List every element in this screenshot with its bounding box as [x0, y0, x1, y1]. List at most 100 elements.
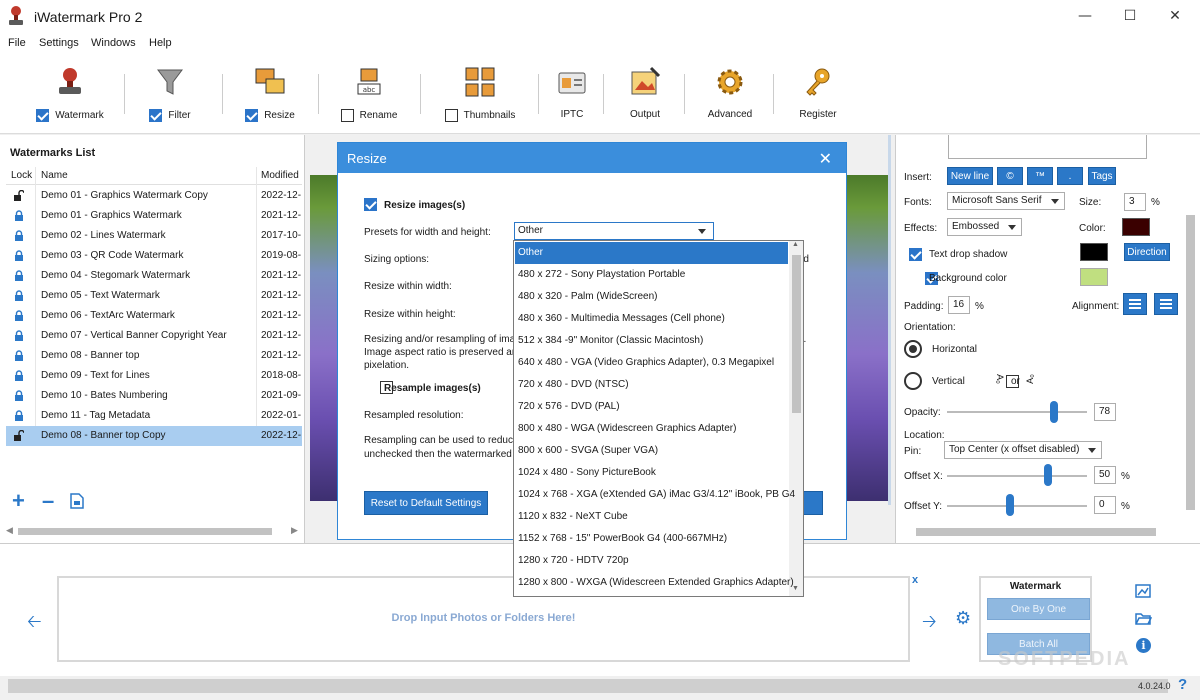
dot-button[interactable]: .	[1057, 167, 1083, 185]
pin-select[interactable]: Top Center (x offset disabled)	[944, 441, 1102, 459]
thumbnails-checkbox[interactable]	[444, 109, 458, 122]
maximize-button[interactable]: ☐	[1107, 0, 1153, 33]
drop-shadow-color-swatch[interactable]	[1080, 243, 1108, 261]
offset-y-slider-thumb[interactable]	[1006, 494, 1014, 516]
horizontal-radio[interactable]	[904, 340, 922, 358]
close-icon[interactable]: ✕	[819, 149, 832, 168]
scroll-up-arrow[interactable]: ▲	[792, 241, 799, 248]
new-line-button[interactable]: New line	[947, 167, 993, 185]
preset-option[interactable]: 1280 x 800 - WXGA (Widescreen Extended G…	[515, 572, 794, 594]
one-by-one-button[interactable]: One By One	[987, 598, 1090, 620]
background-color-swatch[interactable]	[1080, 268, 1108, 286]
preset-option[interactable]: Other	[515, 242, 788, 264]
preset-option[interactable]: 1120 x 832 - NeXT Cube	[515, 506, 788, 528]
table-row[interactable]: Demo 08 - Banner top 2021-12-	[6, 346, 302, 366]
tool-register[interactable]: Register	[790, 66, 846, 120]
column-modified[interactable]: Modified	[261, 170, 299, 181]
direction-button[interactable]: Direction	[1124, 243, 1170, 261]
tool-watermark[interactable]: Watermark	[30, 66, 110, 122]
table-row[interactable]: Demo 02 - Lines Watermark 2017-10-	[6, 226, 302, 246]
scroll-thumb[interactable]	[18, 528, 272, 535]
preset-option[interactable]: 800 x 480 - WGA (Widescreen Graphics Ada…	[515, 418, 788, 440]
watermark-text-area[interactable]	[948, 135, 1147, 159]
opacity-input[interactable]: 78	[1094, 403, 1116, 421]
offset-x-input[interactable]: 50	[1094, 466, 1116, 484]
scroll-right-arrow[interactable]: ▶	[291, 525, 298, 536]
dropdown-scroll-thumb[interactable]	[792, 255, 801, 413]
dropdown-scrollbar[interactable]: ▲ ▼	[789, 241, 803, 596]
presets-select[interactable]: Other	[514, 222, 714, 240]
reset-defaults-button[interactable]: Reset to Default Settings	[364, 491, 488, 515]
remove-icon[interactable]: –	[42, 490, 54, 512]
lock-icon[interactable]	[14, 310, 24, 321]
info-icon[interactable]: i	[1136, 638, 1151, 653]
tags-button[interactable]: Tags	[1088, 167, 1116, 185]
list-horizontal-scrollbar[interactable]: ◀ ▶	[6, 525, 302, 536]
tool-resize[interactable]: Resize	[238, 66, 302, 122]
table-row[interactable]: Demo 08 - Banner top Copy 2022-12-	[6, 426, 302, 446]
preset-option[interactable]: 480 x 320 - Palm (WideScreen)	[515, 286, 788, 308]
clear-drop-zone-button[interactable]: x	[912, 574, 918, 586]
lock-icon[interactable]	[14, 270, 24, 281]
column-name[interactable]: Name	[41, 170, 68, 181]
scroll-left-arrow[interactable]: ◀	[6, 525, 13, 536]
table-row[interactable]: Demo 04 - Stegomark Watermark 2021-12-	[6, 266, 302, 286]
lock-icon[interactable]	[14, 390, 24, 401]
resize-checkbox[interactable]	[245, 109, 259, 122]
open-folder-icon[interactable]	[1135, 612, 1152, 625]
menu-help[interactable]: Help	[149, 37, 172, 49]
preset-option[interactable]: 1024 x 480 - Sony PictureBook	[515, 462, 788, 484]
vertical-radio[interactable]	[904, 372, 922, 390]
resize-images-checkbox[interactable]	[364, 198, 377, 211]
lock-icon[interactable]	[14, 210, 24, 221]
unlock-icon[interactable]	[14, 190, 24, 201]
align-left-button[interactable]	[1123, 293, 1147, 315]
table-row[interactable]: Demo 09 - Text for Lines 2018-08-	[6, 366, 302, 386]
lock-icon[interactable]	[14, 330, 24, 341]
table-row[interactable]: Demo 06 - TextArc Watermark 2021-12-	[6, 306, 302, 326]
gear-icon[interactable]: ⚙	[955, 608, 971, 629]
text-color-swatch[interactable]	[1122, 218, 1150, 236]
preset-option[interactable]: 1024 x 768 - XGA (eXtended GA) iMac G3/4…	[515, 484, 795, 506]
next-arrow-icon[interactable]: 🡢	[922, 609, 937, 639]
offset-y-input[interactable]: 0	[1094, 496, 1116, 514]
menu-windows[interactable]: Windows	[91, 37, 136, 49]
table-row[interactable]: Demo 01 - Graphics Watermark Copy 2022-12…	[6, 186, 302, 206]
tool-thumbnails[interactable]: Thumbnails	[438, 66, 522, 122]
offset-y-slider-track[interactable]	[947, 505, 1087, 507]
lock-icon[interactable]	[14, 370, 24, 381]
preset-option[interactable]: 720 x 480 - DVD (NTSC)	[515, 374, 788, 396]
table-row[interactable]: Demo 05 - Text Watermark 2021-12-	[6, 286, 302, 306]
previous-arrow-icon[interactable]: 🡠	[27, 609, 42, 639]
filter-checkbox[interactable]	[149, 109, 163, 122]
opacity-slider-thumb[interactable]	[1050, 401, 1058, 423]
image-chart-icon[interactable]	[1135, 584, 1151, 598]
settings-horizontal-scrollbar[interactable]	[916, 528, 1156, 536]
lock-icon[interactable]	[14, 250, 24, 261]
font-select[interactable]: Microsoft Sans Serif	[947, 192, 1065, 210]
padding-input[interactable]: 16	[948, 296, 970, 314]
panel-splitter[interactable]	[888, 135, 891, 505]
table-row[interactable]: Demo 11 - Tag Metadata 2022-01-	[6, 406, 302, 426]
table-row[interactable]: Demo 07 - Vertical Banner Copyright Year…	[6, 326, 302, 346]
tool-filter[interactable]: Filter	[140, 66, 200, 122]
tool-output[interactable]: Output	[620, 66, 670, 120]
rename-checkbox[interactable]	[340, 109, 354, 122]
help-question-icon[interactable]: ?	[1178, 676, 1187, 693]
text-drop-shadow-checkbox[interactable]	[909, 248, 922, 261]
lock-icon[interactable]	[14, 230, 24, 241]
minimize-button[interactable]: —	[1062, 0, 1108, 33]
tool-iptc[interactable]: IPTC	[552, 66, 592, 120]
preset-option[interactable]: 480 x 272 - Sony Playstation Portable	[515, 264, 788, 286]
copyright-button[interactable]: ©	[997, 167, 1023, 185]
settings-vertical-scrollbar[interactable]	[1186, 215, 1195, 510]
opacity-slider-track[interactable]	[947, 411, 1087, 413]
lock-icon[interactable]	[14, 410, 24, 421]
preset-option[interactable]: 720 x 576 - DVD (PAL)	[515, 396, 788, 418]
preset-option[interactable]: 1280 x 720 - HDTV 720p	[515, 550, 788, 572]
preset-option[interactable]: 480 x 360 - Multimedia Messages (Cell ph…	[515, 308, 788, 330]
menu-settings[interactable]: Settings	[39, 37, 79, 49]
menu-file[interactable]: File	[8, 37, 26, 49]
size-input[interactable]: 3	[1124, 193, 1146, 211]
preset-option[interactable]: 1152 x 768 - 15" PowerBook G4 (400-667MH…	[515, 528, 788, 550]
